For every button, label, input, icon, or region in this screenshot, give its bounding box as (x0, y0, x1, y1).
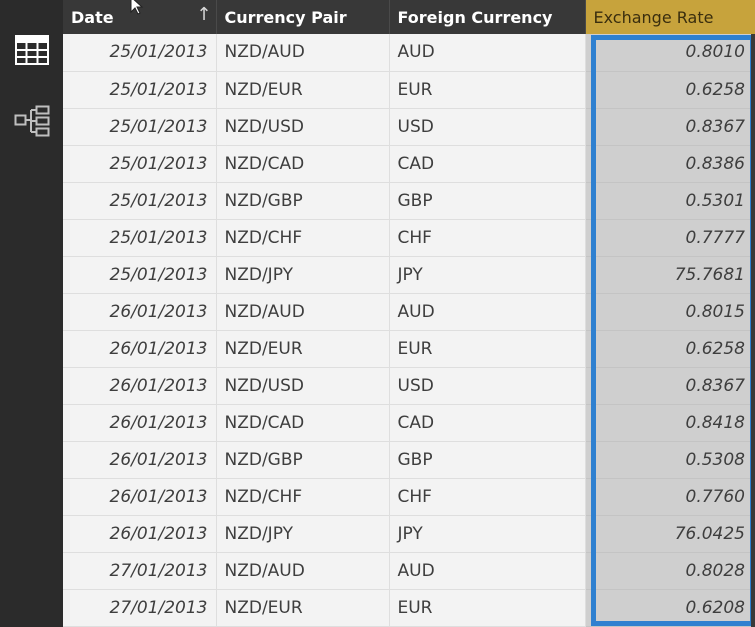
currency-pair-cell[interactable]: NZD/USD (216, 367, 390, 405)
exchange-rate-cell[interactable]: 0.8367 (585, 367, 755, 405)
table-row[interactable]: 26/01/2013 NZD/AUD AUD 0.8015 (63, 293, 755, 331)
date-cell[interactable]: 25/01/2013 (63, 71, 217, 109)
currency-pair-cell[interactable]: NZD/JPY (216, 256, 390, 294)
exchange-rate-cell[interactable]: 0.8015 (585, 293, 755, 331)
currency-pair-cell[interactable]: NZD/EUR (216, 589, 390, 627)
data-view-button[interactable] (0, 30, 63, 74)
date-cell[interactable]: 27/01/2013 (63, 552, 217, 590)
currency-pair-cell[interactable]: NZD/CHF (216, 478, 390, 516)
relationships-view-button[interactable] (0, 100, 63, 146)
exchange-rate-cell[interactable]: 0.5301 (585, 182, 755, 220)
table-row[interactable]: 25/01/2013 NZD/CAD CAD 0.8386 (63, 145, 755, 183)
table-row[interactable]: 25/01/2013 NZD/EUR EUR 0.6258 (63, 71, 755, 109)
column-header-label: Date (71, 7, 114, 27)
foreign-currency-cell[interactable]: GBP (389, 441, 586, 479)
date-cell[interactable]: 26/01/2013 (63, 293, 217, 331)
column-header-currency-pair[interactable]: Currency Pair (216, 0, 390, 34)
date-cell[interactable]: 25/01/2013 (63, 145, 217, 183)
column-header-label: Exchange Rate (593, 7, 714, 27)
currency-pair-cell[interactable]: NZD/AUD (216, 552, 390, 590)
date-cell[interactable]: 25/01/2013 (63, 108, 217, 146)
foreign-currency-cell[interactable]: GBP (389, 182, 586, 220)
table-grid-icon (14, 35, 49, 69)
foreign-currency-cell[interactable]: CAD (389, 404, 586, 442)
currency-pair-cell[interactable]: NZD/CHF (216, 219, 390, 257)
table-row[interactable]: 25/01/2013 NZD/CHF CHF 0.7777 (63, 219, 755, 257)
mouse-pointer-icon (129, 0, 145, 20)
column-header-foreign-currency[interactable]: Foreign Currency (389, 0, 586, 34)
currency-pair-cell[interactable]: NZD/GBP (216, 182, 390, 220)
data-grid: Date ↑ Currency Pair Foreign Currency Ex… (63, 0, 755, 627)
date-cell[interactable]: 27/01/2013 (63, 589, 217, 627)
table-row[interactable]: 26/01/2013 NZD/CHF CHF 0.7760 (63, 478, 755, 516)
column-header-exchange-rate[interactable]: Exchange Rate (585, 0, 755, 34)
table-row[interactable]: 27/01/2013 NZD/EUR EUR 0.6208 (63, 589, 755, 627)
foreign-currency-cell[interactable]: USD (389, 108, 586, 146)
table-row[interactable]: 26/01/2013 NZD/EUR EUR 0.6258 (63, 330, 755, 368)
vertical-scrollbar[interactable] (751, 34, 755, 627)
date-cell[interactable]: 26/01/2013 (63, 330, 217, 368)
currency-pair-cell[interactable]: NZD/CAD (216, 404, 390, 442)
table-row[interactable]: 26/01/2013 NZD/GBP GBP 0.5308 (63, 441, 755, 479)
date-cell[interactable]: 25/01/2013 (63, 256, 217, 294)
date-cell[interactable]: 25/01/2013 (63, 219, 217, 257)
currency-pair-cell[interactable]: NZD/GBP (216, 441, 390, 479)
currency-pair-cell[interactable]: NZD/CAD (216, 145, 390, 183)
exchange-rate-cell[interactable]: 0.6208 (585, 589, 755, 627)
exchange-rate-cell[interactable]: 0.8418 (585, 404, 755, 442)
currency-pair-cell[interactable]: NZD/USD (216, 108, 390, 146)
currency-pair-cell[interactable]: NZD/AUD (216, 293, 390, 331)
date-cell[interactable]: 26/01/2013 (63, 478, 217, 516)
foreign-currency-cell[interactable]: JPY (389, 515, 586, 553)
currency-pair-cell[interactable]: NZD/AUD (216, 34, 390, 72)
column-header-label: Currency Pair (224, 7, 347, 27)
power-bi-data-view: Date ↑ Currency Pair Foreign Currency Ex… (0, 0, 755, 627)
table-row[interactable]: 25/01/2013 NZD/GBP GBP 0.5301 (63, 182, 755, 220)
date-cell[interactable]: 26/01/2013 (63, 441, 217, 479)
foreign-currency-cell[interactable]: JPY (389, 256, 586, 294)
foreign-currency-cell[interactable]: CAD (389, 145, 586, 183)
currency-pair-cell[interactable]: NZD/EUR (216, 330, 390, 368)
exchange-rate-cell[interactable]: 0.7777 (585, 219, 755, 257)
table-row[interactable]: 26/01/2013 NZD/JPY JPY 76.0425 (63, 515, 755, 553)
exchange-rate-cell[interactable]: 0.8367 (585, 108, 755, 146)
sort-ascending-arrow-icon[interactable]: ↑ (196, 4, 211, 25)
foreign-currency-cell[interactable]: EUR (389, 589, 586, 627)
exchange-rate-cell[interactable]: 0.7760 (585, 478, 755, 516)
exchange-rate-cell[interactable]: 0.5308 (585, 441, 755, 479)
exchange-rate-cell[interactable]: 76.0425 (585, 515, 755, 553)
foreign-currency-cell[interactable]: AUD (389, 34, 586, 72)
foreign-currency-cell[interactable]: EUR (389, 71, 586, 109)
foreign-currency-cell[interactable]: AUD (389, 293, 586, 331)
foreign-currency-cell[interactable]: CHF (389, 478, 586, 516)
exchange-rate-cell[interactable]: 75.7681 (585, 256, 755, 294)
relationships-icon (14, 105, 50, 141)
foreign-currency-cell[interactable]: USD (389, 367, 586, 405)
exchange-rate-table: Date ↑ Currency Pair Foreign Currency Ex… (63, 0, 755, 627)
table-row[interactable]: 26/01/2013 NZD/USD USD 0.8367 (63, 367, 755, 405)
date-cell[interactable]: 25/01/2013 (63, 182, 217, 220)
date-cell[interactable]: 26/01/2013 (63, 515, 217, 553)
foreign-currency-cell[interactable]: AUD (389, 552, 586, 590)
exchange-rate-cell[interactable]: 0.8386 (585, 145, 755, 183)
exchange-rate-cell[interactable]: 0.8010 (585, 34, 755, 72)
date-cell[interactable]: 25/01/2013 (63, 34, 217, 72)
table-row[interactable]: 25/01/2013 NZD/JPY JPY 75.7681 (63, 256, 755, 294)
exchange-rate-cell[interactable]: 0.6258 (585, 71, 755, 109)
table-row[interactable]: 25/01/2013 NZD/USD USD 0.8367 (63, 108, 755, 146)
foreign-currency-cell[interactable]: CHF (389, 219, 586, 257)
left-view-rail (0, 0, 63, 627)
foreign-currency-cell[interactable]: EUR (389, 330, 586, 368)
exchange-rate-cell[interactable]: 0.8028 (585, 552, 755, 590)
date-cell[interactable]: 26/01/2013 (63, 367, 217, 405)
table-row[interactable]: 25/01/2013 NZD/AUD AUD 0.8010 (63, 34, 755, 72)
currency-pair-cell[interactable]: NZD/EUR (216, 71, 390, 109)
table-row[interactable]: 26/01/2013 NZD/CAD CAD 0.8418 (63, 404, 755, 442)
table-row[interactable]: 27/01/2013 NZD/AUD AUD 0.8028 (63, 552, 755, 590)
exchange-rate-cell[interactable]: 0.6258 (585, 330, 755, 368)
currency-pair-cell[interactable]: NZD/JPY (216, 515, 390, 553)
date-cell[interactable]: 26/01/2013 (63, 404, 217, 442)
header-row: Date ↑ Currency Pair Foreign Currency Ex… (63, 0, 755, 34)
column-header-label: Foreign Currency (397, 7, 553, 27)
